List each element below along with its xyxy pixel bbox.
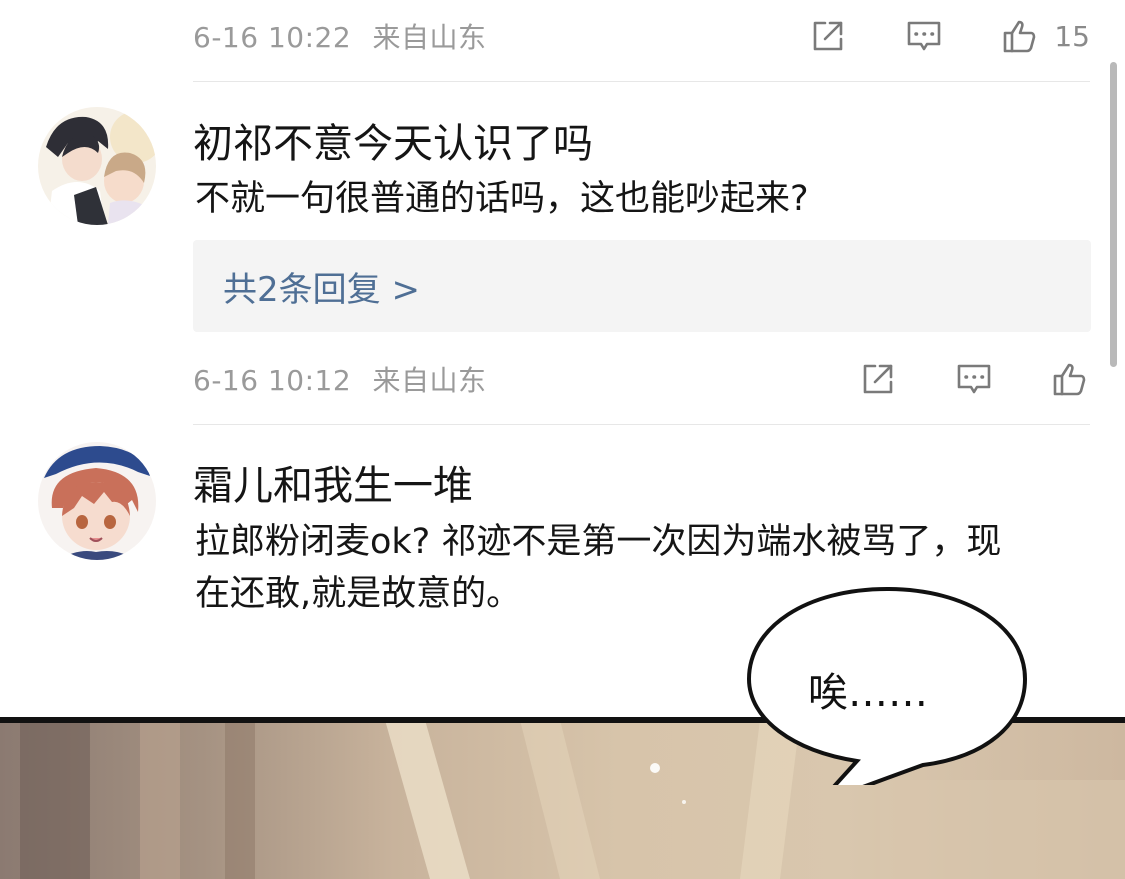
share-button[interactable] <box>858 359 898 399</box>
avatar[interactable] <box>38 442 156 560</box>
comment-meta-row: 6-16 10:12 来自山东 <box>193 354 1090 404</box>
divider <box>193 424 1090 425</box>
comment-meta-row-top: 6-16 10:22 来自山东 15 <box>193 11 1090 61</box>
speech-bubble-text: 唉…… <box>808 670 928 716</box>
divider <box>193 81 1090 82</box>
thumbs-up-icon <box>1053 363 1086 396</box>
avatar-illustration <box>38 107 156 225</box>
comment-timestamp: 6-16 10:22 来自山东 <box>193 16 487 56</box>
comment-icon <box>957 364 991 394</box>
comment-button[interactable] <box>904 16 944 56</box>
share-button[interactable] <box>808 16 848 56</box>
location-text: 来自山东 <box>372 364 487 397</box>
like-button[interactable] <box>1050 359 1090 399</box>
avatar-illustration <box>38 442 156 560</box>
share-icon <box>863 364 893 394</box>
comment-text: 不就一句很普通的话吗，这也能吵起来? <box>195 179 809 219</box>
like-button[interactable]: 15 <box>1000 16 1090 56</box>
thumbs-up-icon <box>1004 20 1036 53</box>
comment-text-line: 拉郎粉闭麦ok? 祁迹不是第一次因为端水被骂了，现 <box>195 522 1002 562</box>
scrollbar[interactable] <box>1110 62 1117 367</box>
view-replies-button[interactable]: 共2条回复 > <box>193 240 1091 332</box>
comment-actions: 15 <box>808 11 1090 61</box>
timestamp-text: 6-16 10:22 <box>193 21 352 54</box>
comment-actions <box>858 354 1090 404</box>
share-icon <box>814 21 843 51</box>
comment-timestamp: 6-16 10:12 来自山东 <box>193 359 487 399</box>
comment-icon <box>908 21 941 51</box>
like-count: 15 <box>1054 19 1090 53</box>
comment-username[interactable]: 霜儿和我生一堆 <box>193 453 473 511</box>
replies-link-text: 共2条回复 > <box>223 269 420 310</box>
avatar[interactable] <box>38 107 156 225</box>
comment-username[interactable]: 初祁不意今天认识了吗 <box>193 111 593 169</box>
comment-button[interactable] <box>954 359 994 399</box>
location-text: 来自山东 <box>372 21 487 54</box>
timestamp-text: 6-16 10:12 <box>193 364 352 397</box>
